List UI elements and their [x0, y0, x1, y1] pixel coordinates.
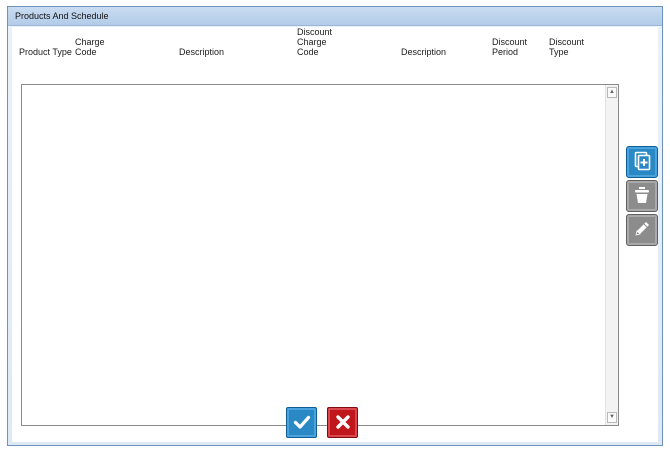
column-header-description[interactable]: Description: [179, 47, 224, 57]
cancel-button[interactable]: [327, 407, 358, 438]
column-header-discount-description[interactable]: Description: [401, 47, 446, 57]
column-header-charge-code[interactable]: Charge Code: [75, 37, 105, 57]
column-header-discount-type[interactable]: Discount Type: [549, 37, 584, 57]
scroll-down-button[interactable]: ▼: [607, 412, 617, 423]
add-row-button[interactable]: [626, 146, 658, 178]
trash-icon: [631, 184, 653, 208]
scroll-up-button[interactable]: ▲: [607, 87, 617, 98]
column-header-discount-charge-code[interactable]: Discount Charge Code: [297, 27, 332, 57]
window-title: Products And Schedule: [15, 11, 109, 21]
close-icon: [333, 412, 353, 434]
products-and-schedule-window: Products And Schedule Product Type Charg…: [7, 6, 663, 446]
products-grid[interactable]: ▲ ▼: [21, 84, 619, 426]
add-document-icon: [631, 150, 653, 174]
delete-row-button[interactable]: [626, 180, 658, 212]
checkmark-icon: [292, 412, 312, 434]
vertical-scrollbar[interactable]: ▲ ▼: [605, 85, 618, 425]
column-header-discount-period[interactable]: Discount Period: [492, 37, 527, 57]
edit-row-button[interactable]: [626, 214, 658, 246]
ok-button[interactable]: [286, 407, 317, 438]
column-header-product-type[interactable]: Product Type: [19, 47, 72, 57]
content-panel: Product Type Charge Code Description Dis…: [12, 27, 658, 442]
title-bar: Products And Schedule: [8, 7, 662, 26]
pencil-icon: [631, 218, 653, 242]
